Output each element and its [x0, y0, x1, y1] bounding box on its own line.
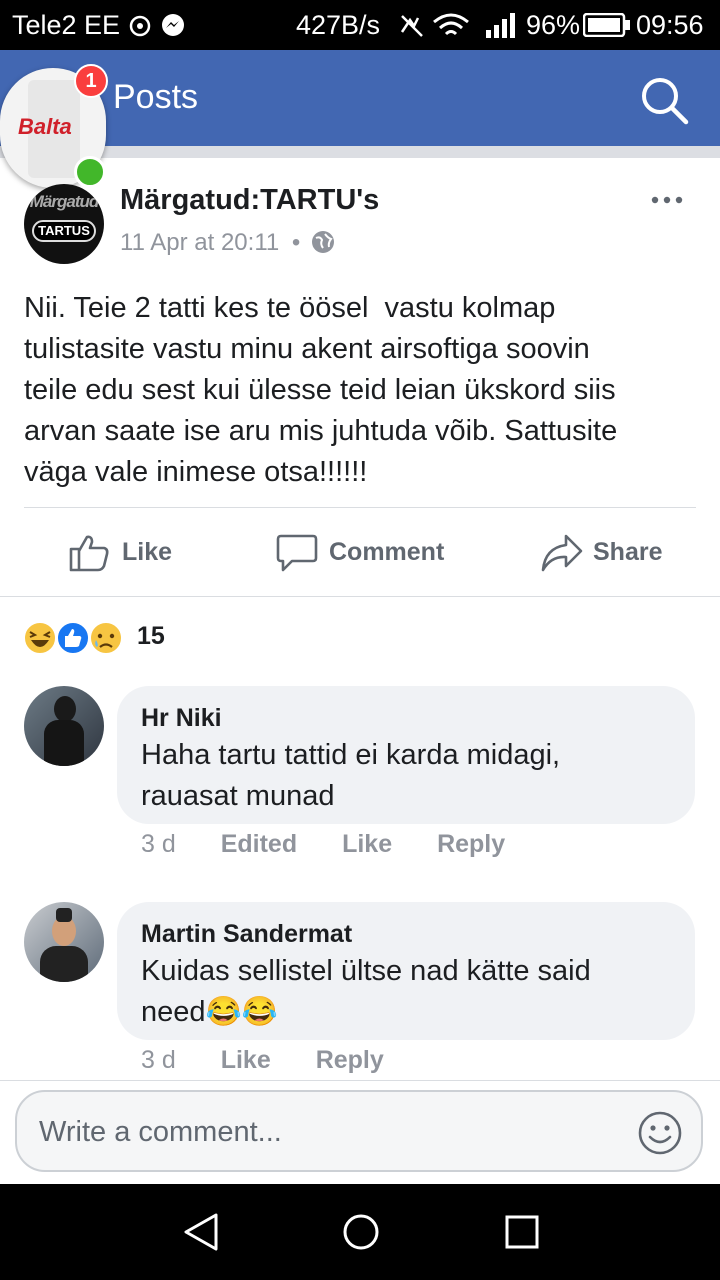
reactions-summary[interactable]: [22, 620, 123, 656]
emoji-icon[interactable]: [637, 1110, 683, 1156]
haha-icon: [23, 621, 57, 655]
comment-edited[interactable]: Edited: [221, 830, 297, 858]
network-speed: 427B/s: [296, 10, 381, 40]
comment-author[interactable]: Martin Sandermat: [141, 920, 352, 949]
post-divider: [24, 507, 696, 508]
comment-text-line: Haha tartu tattid ei karda midagi,: [141, 739, 561, 771]
comment-author[interactable]: Hr Niki: [141, 704, 222, 733]
notification-badge: 1: [74, 64, 108, 98]
comment-text-line: need😂😂: [141, 996, 278, 1028]
like-button[interactable]: Like: [68, 532, 188, 572]
more-options-icon[interactable]: [650, 194, 684, 206]
comment-reply-button[interactable]: Reply: [316, 1046, 384, 1074]
comment-text: Haha tartu tattid ei karda midagi, rauas…: [141, 735, 560, 817]
comment-avatar[interactable]: [24, 686, 104, 766]
comment-bubble[interactable]: Martin Sandermat Kuidas sellistel ültse …: [117, 902, 695, 1040]
post-text-line: tulistasite vastu minu akent airsoftiga …: [24, 333, 590, 365]
chat-head-logo: Balta: [18, 114, 72, 139]
meta-separator: •: [291, 229, 301, 256]
page-name[interactable]: Märgatud:TARTU's: [120, 184, 379, 217]
page-avatar[interactable]: Märgatud TARTUS: [24, 184, 104, 264]
comment-text-line: rauasat munad: [141, 780, 335, 812]
comment-icon: [276, 534, 318, 572]
comment-text-line: Kuidas sellistel ültse nad kätte said: [141, 955, 591, 987]
comment-input-placeholder: Write a comment...: [39, 1116, 282, 1148]
share-button[interactable]: Share: [540, 532, 670, 572]
share-label: Share: [593, 538, 663, 566]
post-timestamp: 11 Apr at 20:11 •: [120, 229, 335, 257]
signal-icon: [486, 13, 515, 38]
comment-like-button[interactable]: Like: [342, 830, 392, 858]
like-reaction-icon: [56, 621, 90, 655]
reaction-count[interactable]: 15: [137, 622, 165, 651]
carrier-label: Tele2 EE: [12, 10, 121, 40]
comment-age: 3 d: [141, 1046, 176, 1074]
post-body: Nii. Teie 2 tatti kes te öösel vastu kol…: [24, 288, 704, 493]
battery-percent: 96%: [526, 10, 581, 40]
recents-icon[interactable]: [504, 1214, 540, 1250]
wifi-icon: [433, 13, 469, 36]
system-nav-bar: [0, 1184, 720, 1280]
chat-head[interactable]: Balta 1: [0, 62, 110, 188]
battery-icon: [583, 13, 630, 37]
share-icon: [541, 534, 583, 572]
globe-icon: [311, 231, 334, 253]
thumbs-up-icon: [69, 535, 109, 572]
page-title: Posts: [113, 78, 199, 116]
comment-text: Kuidas sellistel ültse nad kätte said ne…: [141, 951, 591, 1033]
back-icon[interactable]: [182, 1212, 220, 1252]
comment-reply-button[interactable]: Reply: [437, 830, 505, 858]
messenger-icon: [162, 14, 184, 36]
like-label: Like: [122, 538, 173, 566]
comment-input[interactable]: Write a comment...: [15, 1090, 703, 1172]
comment-bubble[interactable]: Hr Niki Haha tartu tattid ei karda midag…: [117, 686, 695, 824]
post-text-line: väga vale inimese otsa!!!!!!: [24, 456, 368, 488]
comment-label: Comment: [329, 538, 445, 566]
comment-button[interactable]: Comment: [276, 532, 456, 572]
search-icon[interactable]: [638, 74, 690, 126]
status-bar: Tele2 EE 427B/s 96% 09:56: [0, 0, 720, 50]
post-text-line: Nii. Teie 2 tatti kes te öösel vastu kol…: [24, 292, 556, 324]
home-icon[interactable]: [341, 1212, 381, 1252]
comment-meta: 3 d Edited Like Reply: [141, 830, 505, 859]
location-icon: [129, 15, 151, 37]
actions-divider: [0, 596, 720, 597]
post-text-line: arvan saate ise aru mis juhtuda võib. Sa…: [24, 415, 618, 447]
comment-avatar[interactable]: [24, 902, 104, 982]
comment-age: 3 d: [141, 830, 176, 858]
online-indicator: [74, 156, 106, 188]
mute-icon: [400, 15, 423, 37]
sad-icon: [89, 621, 123, 655]
comment-like-button[interactable]: Like: [221, 1046, 271, 1074]
timestamp-text[interactable]: 11 Apr at 20:11: [120, 229, 279, 256]
comment-meta: 3 d Like Reply: [141, 1046, 384, 1075]
post-text-line: teile edu sest kui ülesse teid leian üks…: [24, 374, 616, 406]
clock: 09:56: [636, 10, 704, 40]
